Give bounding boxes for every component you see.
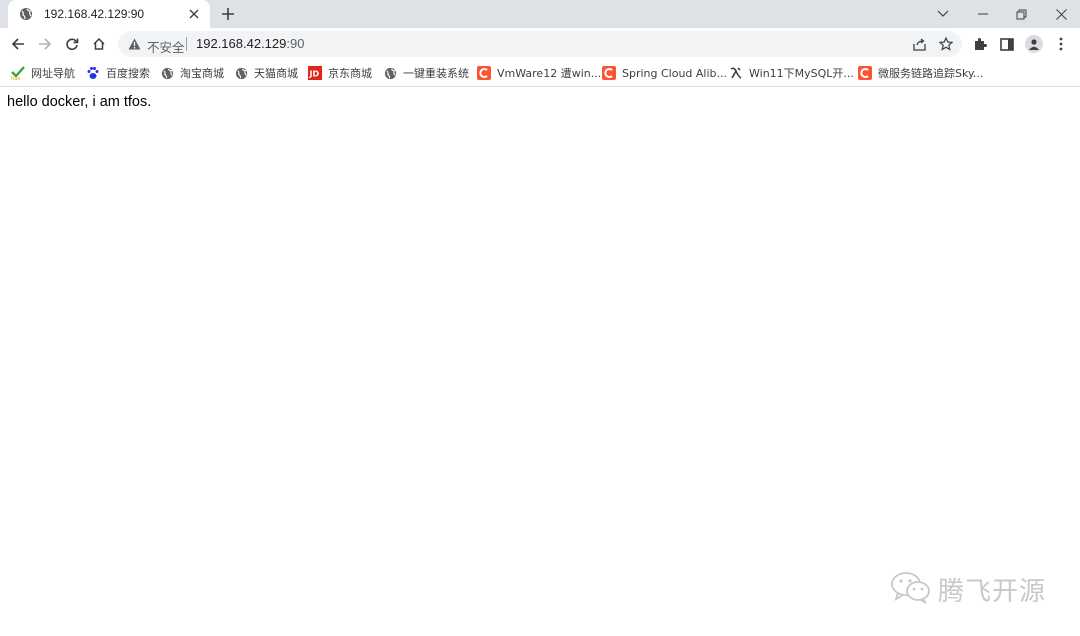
- close-tab-icon[interactable]: [184, 4, 204, 24]
- bookmark-item[interactable]: Spring Cloud Alib...: [602, 64, 727, 82]
- reload-icon[interactable]: [60, 32, 84, 56]
- svg-text:JD: JD: [309, 70, 320, 79]
- bookmark-item[interactable]: VmWare12 遭win...: [477, 64, 601, 82]
- wechat-icon: [890, 570, 932, 609]
- script-icon: [729, 66, 743, 80]
- tab-title: 192.168.42.129:90: [44, 7, 145, 21]
- tab-strip: 192.168.42.129:90: [0, 0, 1080, 28]
- profile-avatar-icon[interactable]: [1022, 32, 1046, 56]
- extensions-icon[interactable]: [968, 32, 992, 56]
- csdn-icon: [477, 66, 491, 80]
- url-host: 192.168.42.129: [196, 36, 287, 51]
- globe-icon: [160, 66, 174, 80]
- minimize-icon[interactable]: [964, 0, 1002, 28]
- bookmark-star-icon[interactable]: [936, 35, 956, 53]
- csdn-icon: [602, 66, 616, 80]
- address-bar[interactable]: 不安全 192.168.42.129:90: [118, 31, 962, 57]
- page-content: hello docker, i am tfos.: [7, 94, 151, 110]
- bookmark-item[interactable]: 一键重装系统: [383, 64, 469, 82]
- bookmark-item[interactable]: 百度搜索: [86, 64, 150, 82]
- share-icon[interactable]: [910, 35, 930, 53]
- menu-kebab-icon[interactable]: [1049, 32, 1073, 56]
- globe-icon: [383, 66, 397, 80]
- side-panel-icon[interactable]: [995, 32, 1019, 56]
- bookmark-item[interactable]: hao 网址导航: [11, 64, 75, 82]
- globe-icon: [234, 66, 248, 80]
- csdn-icon: [858, 66, 872, 80]
- page-text: hello docker, i am tfos.: [7, 94, 152, 110]
- tab-search-icon[interactable]: [924, 0, 962, 28]
- toolbar: 不安全 192.168.42.129:90: [0, 28, 1080, 60]
- globe-icon: [18, 6, 34, 22]
- forward-icon[interactable]: [33, 32, 57, 56]
- warning-icon[interactable]: [126, 36, 142, 52]
- watermark-text: 腾飞开源: [938, 577, 1047, 607]
- watermark: 腾飞开源: [890, 570, 1046, 609]
- bookmark-item[interactable]: JD 京东商城: [308, 64, 372, 82]
- new-tab-icon[interactable]: [216, 4, 240, 24]
- omnibox-separator: [186, 37, 187, 51]
- toolbar-divider: [0, 86, 1080, 87]
- security-label[interactable]: 不安全: [147, 37, 185, 56]
- home-icon[interactable]: [87, 32, 111, 56]
- active-tab[interactable]: 192.168.42.129:90: [8, 0, 210, 28]
- svg-text:hao: hao: [11, 76, 20, 80]
- url-text[interactable]: 192.168.42.129:90: [196, 36, 304, 51]
- bookmark-item[interactable]: Win11下MySQL开...: [729, 64, 854, 82]
- back-icon[interactable]: [6, 32, 30, 56]
- bookmark-item[interactable]: 微服务链路追踪Sky...: [858, 64, 983, 82]
- hao-icon: hao: [11, 66, 25, 80]
- url-port: :90: [286, 36, 305, 51]
- restore-icon[interactable]: [1002, 0, 1040, 28]
- baidu-paw-icon: [86, 66, 100, 80]
- bookmarks-bar: hao 网址导航 百度搜索 淘宝商城 天猫商城 JD 京东商城 一键重装系统 V…: [0, 60, 1080, 86]
- close-window-icon[interactable]: [1042, 0, 1080, 28]
- bookmark-item[interactable]: 淘宝商城: [160, 64, 224, 82]
- bookmark-item[interactable]: 天猫商城: [234, 64, 298, 82]
- jd-icon: JD: [308, 66, 322, 80]
